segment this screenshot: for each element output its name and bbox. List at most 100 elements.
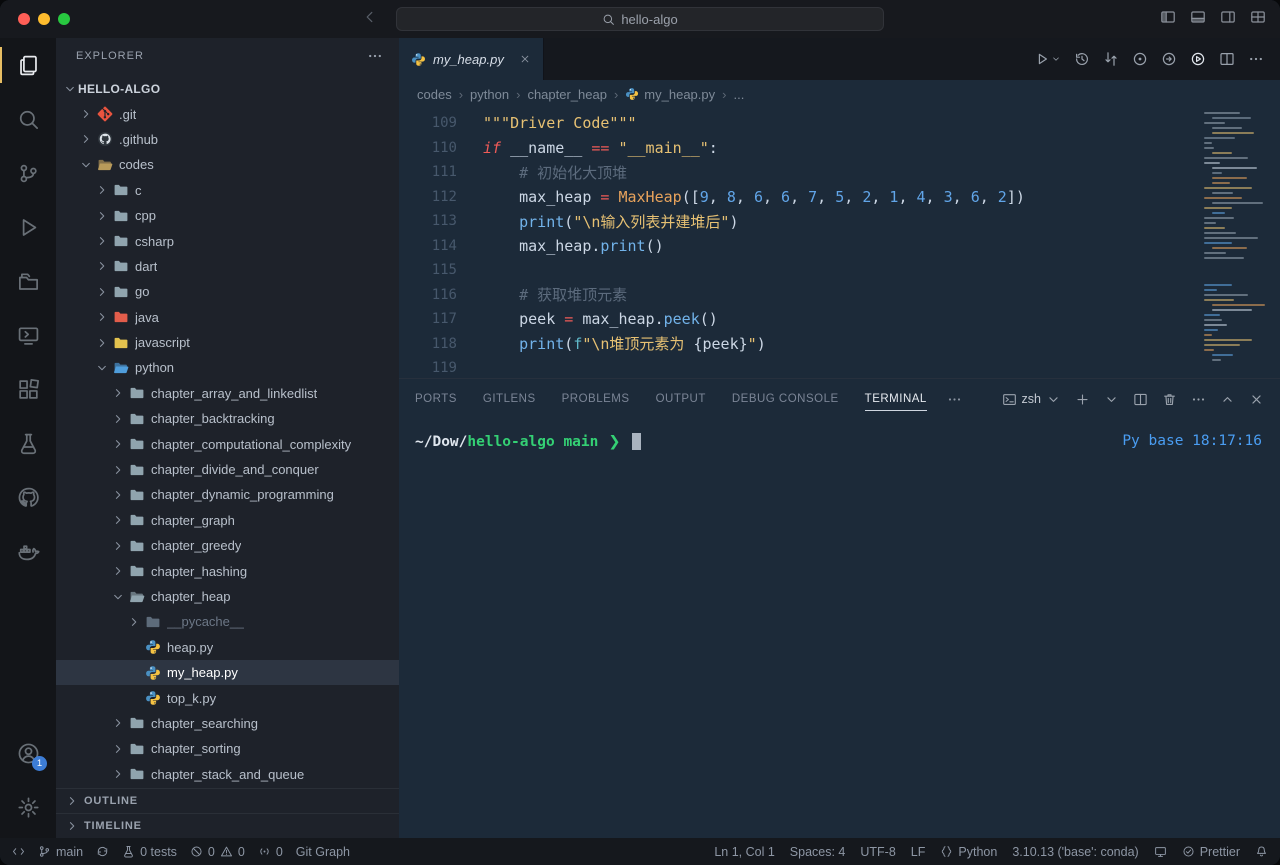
- split-editor-button[interactable]: [1219, 51, 1235, 67]
- tree-item-pycache[interactable]: __pycache__: [56, 609, 399, 634]
- tree-item-chapter-graph[interactable]: chapter_graph: [56, 508, 399, 533]
- tests-status[interactable]: 0 tests: [122, 845, 177, 859]
- toggle-panel-button[interactable]: [1190, 9, 1206, 30]
- breadcrumb-item-codes[interactable]: codes: [417, 87, 452, 102]
- activity-source-control[interactable]: [0, 146, 56, 200]
- tree-item-git[interactable]: .git: [56, 101, 399, 126]
- close-tab-icon[interactable]: [519, 53, 531, 65]
- panel-tab-gitlens[interactable]: GITLENS: [483, 379, 536, 419]
- code-line[interactable]: 111 # 初始化大顶堆: [399, 160, 1280, 185]
- activity-manage-settings[interactable]: [0, 780, 56, 834]
- tree-item-chapter-dynamic-programming[interactable]: chapter_dynamic_programming: [56, 482, 399, 507]
- customize-layout-button[interactable]: [1250, 9, 1266, 30]
- problems-status[interactable]: 00: [190, 845, 245, 859]
- minimize-window-button[interactable]: [38, 13, 50, 25]
- tree-item-python[interactable]: python: [56, 355, 399, 380]
- panel-tabs-more-icon[interactable]: [947, 392, 962, 407]
- code-line[interactable]: 109"""Driver Code""": [399, 111, 1280, 136]
- git-branch[interactable]: main: [38, 845, 83, 859]
- code-line[interactable]: 115: [399, 258, 1280, 283]
- close-window-button[interactable]: [18, 13, 30, 25]
- tree-item-my-heap-py[interactable]: my_heap.py: [56, 660, 399, 685]
- tree-item-heap-py[interactable]: heap.py: [56, 635, 399, 660]
- more-actions-button[interactable]: [1248, 51, 1264, 67]
- open-changes-button[interactable]: [1103, 51, 1119, 67]
- outline-section[interactable]: OUTLINE: [56, 788, 399, 813]
- maximize-panel-button[interactable]: [1220, 392, 1235, 407]
- activity-extensions[interactable]: [0, 362, 56, 416]
- kill-terminal-button[interactable]: [1162, 392, 1177, 407]
- run-or-debug-button[interactable]: [1190, 51, 1206, 67]
- tree-item-chapter-searching[interactable]: chapter_searching: [56, 711, 399, 736]
- tree-item-top-k-py[interactable]: top_k.py: [56, 685, 399, 710]
- activity-explorer[interactable]: [0, 38, 56, 92]
- code-line[interactable]: 114 max_heap.print(): [399, 234, 1280, 259]
- tree-item-chapter-computational-complexity[interactable]: chapter_computational_complexity: [56, 431, 399, 456]
- gitlens-graph-button[interactable]: [1161, 51, 1177, 67]
- activity-github[interactable]: [0, 470, 56, 524]
- language-mode[interactable]: Python: [940, 845, 997, 859]
- activity-docker[interactable]: [0, 524, 56, 578]
- line-number[interactable]: 117: [399, 311, 457, 327]
- toggle-secondary-sidebar-button[interactable]: [1220, 9, 1236, 30]
- line-number[interactable]: 115: [399, 262, 457, 278]
- code-editor[interactable]: 109"""Driver Code"""110if __name__ == "_…: [399, 108, 1280, 378]
- tree-item-cpp[interactable]: cpp: [56, 203, 399, 228]
- terminal-more-actions-button[interactable]: [1191, 392, 1206, 407]
- run-python-file-button[interactable]: [1034, 51, 1061, 67]
- new-terminal-button[interactable]: [1075, 392, 1090, 407]
- activity-accounts[interactable]: 1: [0, 726, 56, 780]
- tab-my-heap-py[interactable]: my_heap.py: [399, 38, 544, 80]
- explorer-more-actions-icon[interactable]: [367, 48, 383, 64]
- tree-item-chapter-array-and-linkedlist[interactable]: chapter_array_and_linkedlist: [56, 381, 399, 406]
- activity-file-folders[interactable]: [0, 254, 56, 308]
- eol-selector[interactable]: LF: [911, 845, 926, 859]
- command-center-search[interactable]: hello-algo: [396, 7, 884, 31]
- terminal-profile-button[interactable]: zsh: [1002, 392, 1061, 407]
- panel-tab-problems[interactable]: PROBLEMS: [562, 379, 630, 419]
- new-terminal-dropdown[interactable]: [1104, 392, 1119, 407]
- tree-item-chapter-heap[interactable]: chapter_heap: [56, 584, 399, 609]
- activity-testing[interactable]: [0, 416, 56, 470]
- breadcrumb-item-chapter-heap[interactable]: chapter_heap: [527, 87, 607, 102]
- tree-item-codes[interactable]: codes: [56, 152, 399, 177]
- split-terminal-button[interactable]: [1133, 392, 1148, 407]
- close-panel-button[interactable]: [1249, 392, 1264, 407]
- cursor-position[interactable]: Ln 1, Col 1: [714, 845, 774, 859]
- panel-tab-debug-console[interactable]: DEBUG CONSOLE: [732, 379, 839, 419]
- line-number[interactable]: 109: [399, 115, 457, 131]
- tree-item-chapter-sorting[interactable]: chapter_sorting: [56, 736, 399, 761]
- timeline-section[interactable]: TIMELINE: [56, 813, 399, 838]
- line-number[interactable]: 113: [399, 213, 457, 229]
- line-number[interactable]: 119: [399, 360, 457, 376]
- prettier-status[interactable]: Prettier: [1182, 845, 1240, 859]
- code-line[interactable]: 117 peek = max_heap.peek(): [399, 307, 1280, 332]
- code-line[interactable]: 112 max_heap = MaxHeap([9, 8, 6, 6, 7, 5…: [399, 185, 1280, 210]
- line-number[interactable]: 114: [399, 238, 457, 254]
- tree-item-hello-algo[interactable]: HELLO-ALGO: [56, 76, 399, 101]
- tree-item-java[interactable]: java: [56, 305, 399, 330]
- activity-remote-explorer[interactable]: [0, 308, 56, 362]
- ports-status[interactable]: 0: [258, 845, 283, 859]
- git-graph[interactable]: Git Graph: [296, 845, 350, 859]
- code-line[interactable]: 116 # 获取堆顶元素: [399, 283, 1280, 308]
- indentation[interactable]: Spaces: 4: [790, 845, 846, 859]
- line-number[interactable]: 116: [399, 287, 457, 303]
- file-history-button[interactable]: [1074, 51, 1090, 67]
- tree-item-github[interactable]: .github: [56, 127, 399, 152]
- tree-item-go[interactable]: go: [56, 279, 399, 304]
- tree-item-chapter-hashing[interactable]: chapter_hashing: [56, 558, 399, 583]
- activity-run-and-debug[interactable]: [0, 200, 56, 254]
- encoding[interactable]: UTF-8: [860, 845, 895, 859]
- code-line[interactable]: 113 print("\n输入列表并建堆后"): [399, 209, 1280, 234]
- terminal[interactable]: ~/Dow/hello-algo main❯ Py base 18:17:16: [399, 419, 1280, 838]
- zoom-window-button[interactable]: [58, 13, 70, 25]
- python-interpreter[interactable]: 3.10.13 ('base': conda): [1012, 845, 1138, 859]
- tree-item-chapter-backtracking[interactable]: chapter_backtracking: [56, 406, 399, 431]
- breadcrumb-item-my-heap-py[interactable]: my_heap.py: [625, 87, 715, 102]
- tree-item-javascript[interactable]: javascript: [56, 330, 399, 355]
- notifications-bell[interactable]: [1255, 845, 1268, 858]
- remote-host[interactable]: [1154, 845, 1167, 858]
- code-line[interactable]: 119: [399, 356, 1280, 378]
- tree-item-dart[interactable]: dart: [56, 254, 399, 279]
